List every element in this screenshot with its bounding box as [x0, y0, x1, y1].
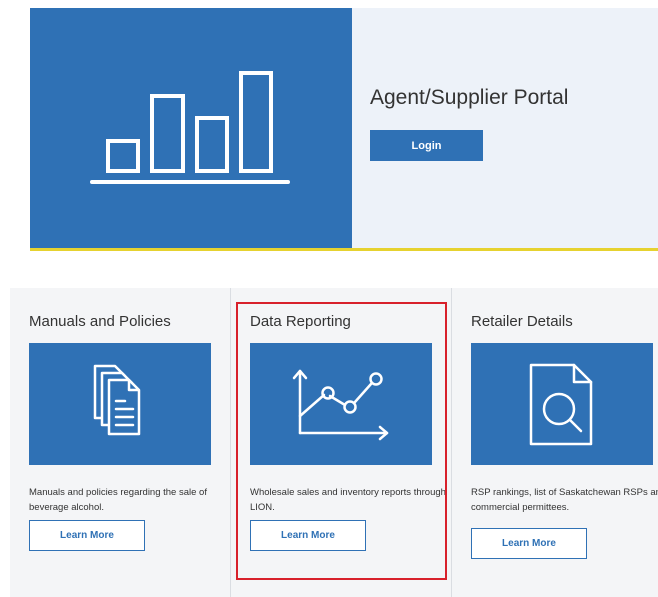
learn-more-button[interactable]: Learn More: [29, 520, 145, 551]
card-image: [471, 343, 653, 465]
card-image: [29, 343, 211, 465]
learn-more-button[interactable]: Learn More: [471, 528, 587, 559]
card-title: Data Reporting: [250, 313, 351, 330]
learn-more-button[interactable]: Learn More: [250, 520, 366, 551]
hero-accent-line: [30, 248, 658, 251]
card-title: Retailer Details: [471, 313, 573, 330]
bar-chart-icon: [90, 71, 290, 184]
card-manuals-policies: Manuals and Policies Manuals and policie…: [10, 288, 230, 597]
card-image: [250, 343, 432, 465]
portal-hero: Agent/Supplier Portal Login: [30, 8, 658, 248]
portal-title: Agent/Supplier Portal: [370, 86, 569, 109]
line-chart-icon: [292, 369, 389, 441]
card-description: Wholesale sales and inventory reports th…: [250, 487, 446, 513]
card-retailer-details: Retailer Details RSP rankings, list of S…: [452, 288, 658, 597]
login-button[interactable]: Login: [370, 130, 483, 161]
card-data-reporting: Data Reporting Wholesale sales and inven…: [231, 288, 451, 597]
card-description: Manuals and policies regarding the sale …: [29, 487, 207, 513]
card-description: RSP rankings, list of Saskatchewan RSPs …: [471, 487, 658, 513]
documents-icon: [93, 364, 141, 436]
document-search-icon: [529, 363, 593, 446]
card-title: Manuals and Policies: [29, 313, 171, 330]
hero-image: [30, 8, 352, 248]
